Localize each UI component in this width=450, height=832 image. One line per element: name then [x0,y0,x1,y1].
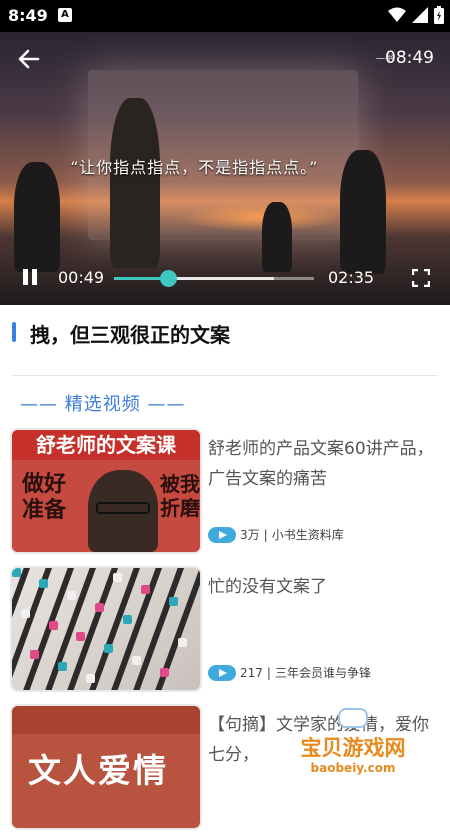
battery-icon [434,6,444,24]
pattern-dot [39,579,48,588]
current-time: 00:49 [58,268,105,287]
gamepad-icon [338,708,368,728]
video-title[interactable]: 舒老师的产品文案60讲产品，广告文案的痛苦 [208,434,438,494]
divider [12,375,438,376]
site-watermark: 宝贝游戏网 baobeiy.com [278,706,428,786]
video-title-row: 拽，但三观很正的文案 [0,305,450,363]
pattern-dot [76,632,85,641]
sunset-glow [180,202,340,232]
back-arrow-icon[interactable] [16,46,42,72]
author-name: 三年会员谁与争锋 [274,666,371,680]
video-meta: 217 | 三年会员谁与争锋 [208,664,371,681]
seek-bar[interactable] [114,270,314,287]
meta-separator: | [263,527,268,542]
pattern-dot [104,644,113,653]
pattern-dot [113,573,122,582]
page-title: 拽，但三观很正的文案 [30,323,230,347]
video-caption: “让你指点指点，不是指指点点。” [70,158,319,177]
thumbnail-title: 文人爱情 [28,751,168,790]
view-count: 217 [240,665,263,680]
pattern-dot [30,650,39,659]
duration-time: 02:35 [328,268,375,287]
pattern-dot [178,638,187,647]
thumbnail-text-right: 被我折磨 [160,472,200,520]
status-time: 8:49 [8,6,48,25]
pattern-dot [169,597,178,606]
pattern-dot [132,656,141,665]
pause-icon [32,269,37,285]
pattern-dot [95,603,104,612]
video-thumbnail[interactable]: 文人爱情 [12,706,200,828]
pause-icon [23,269,28,285]
watermark-url: baobeiy.com [310,761,396,775]
video-overlay-time: 08:49 [385,48,434,68]
pattern-dot [58,662,67,671]
fullscreen-icon[interactable] [412,269,430,287]
video-meta: 3万 | 小书生资料库 [208,526,344,543]
notification-a-icon: A [58,8,72,22]
player-controls: 00:49 02:35 [0,249,450,305]
pattern-dot [67,591,76,600]
figure-silhouette [110,98,160,268]
video-thumbnail[interactable]: 舒老师的文案课 做好准备 被我折磨 [12,430,200,552]
list-item[interactable]: 忙的没有文案了 217 | 三年会员谁与争锋 [12,568,438,694]
meta-separator: | [266,665,271,680]
thumbnail-band [12,706,200,734]
thumbnail-text-left: 做好准备 [22,472,67,523]
pattern-dot [141,585,150,594]
play-count-icon [208,664,236,681]
thumbnail-header: 舒老师的文案课 [12,430,200,460]
wifi-icon [388,7,406,22]
video-player[interactable]: “让你指点指点，不是指指点点。” 一书 08:49 00:49 02:35 [0,32,450,305]
pattern-dot [123,615,132,624]
author-name: 小书生资料库 [271,528,344,542]
play-count-icon [208,526,236,543]
section-heading: —— 精选视频 —— [20,394,186,415]
view-count: 3万 [240,528,260,542]
signal-icon [412,7,428,23]
pattern-dot [49,621,58,630]
video-title[interactable]: 忙的没有文案了 [208,572,438,602]
watermark-text: 宝贝游戏网 [300,736,406,760]
pattern-dot [86,674,95,683]
seek-thumb[interactable] [160,270,177,287]
pattern-dot [21,609,30,618]
list-item[interactable]: 舒老师的文案课 做好准备 被我折磨 舒老师的产品文案60讲产品，广告文案的痛苦 … [12,430,438,556]
title-accent-bar [12,322,16,342]
pause-button[interactable] [20,267,40,287]
video-thumbnail[interactable] [12,568,200,690]
pattern-dot [160,668,169,677]
status-bar: 8:49 A [0,0,450,32]
glasses-shape [96,502,150,514]
pattern-dot [12,568,21,577]
